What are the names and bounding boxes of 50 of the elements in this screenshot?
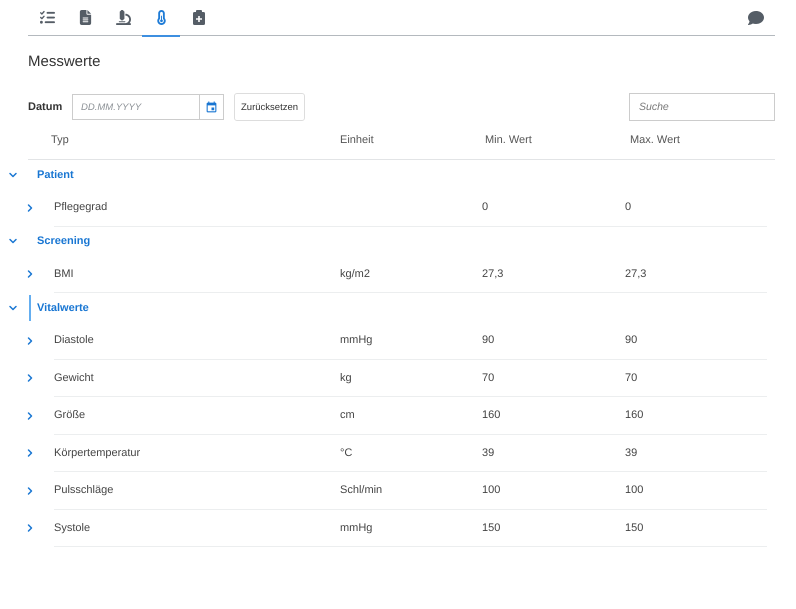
unit-cell-text: mmHg [340, 334, 374, 346]
min-value-cell-text: 100 [482, 484, 502, 496]
max-value-cell-text: 90 [625, 334, 638, 346]
type-cell-text: Größe [54, 409, 86, 422]
type-cell-text: Pulsschläge [54, 484, 114, 496]
min-value-cell-text: 90 [482, 334, 496, 346]
column-header: Einheit [340, 134, 375, 146]
search-field[interactable]: Suche [629, 93, 775, 121]
document-icon [78, 10, 92, 25]
checklist-icon [40, 10, 54, 25]
type-cell-text: Pflegegrad [54, 201, 108, 214]
column-header: Max. Wert [630, 134, 681, 146]
calendar-button[interactable] [199, 94, 224, 120]
min-value-cell-text: 39 [482, 446, 496, 459]
type-cell-text: Gewicht [54, 372, 95, 384]
min-value-cell-text: 27,3 [482, 268, 504, 280]
max-value-cell-text: 100 [625, 484, 644, 496]
calendar-icon [205, 100, 218, 114]
max-value-cell-text: 150 [625, 522, 644, 534]
group-label: Patient [37, 168, 74, 180]
max-value-cell-text: 39 [625, 446, 638, 459]
reset-button[interactable]: Zurücksetzen [234, 93, 306, 121]
column-header: Min. Wert [485, 134, 533, 146]
max-value-cell-text: 160 [625, 409, 644, 422]
unit-cell-text: kg [340, 372, 353, 384]
min-value-cell-text: 70 [482, 372, 496, 384]
group-label: Vitalwerte [37, 302, 89, 314]
date-field[interactable]: DD.MM.YYYY [72, 94, 199, 120]
speech-bubble-icon [748, 10, 764, 26]
unit-cell-text: °C [340, 446, 354, 459]
page-title: Messwerte [28, 52, 101, 72]
unit-cell-text: cm [340, 409, 356, 422]
min-value-cell-text: 150 [482, 522, 502, 534]
unit-cell-text: Schl/min [340, 484, 384, 496]
unit-cell-text: mmHg [340, 522, 374, 534]
type-cell-text: Systole [54, 522, 92, 534]
min-value-cell-text: 0 [482, 201, 490, 214]
type-cell-text: Körpertemperatur [54, 446, 142, 459]
type-cell-text: BMI [54, 268, 75, 280]
microscope-icon [116, 10, 130, 25]
group-label: Screening [37, 235, 90, 247]
date-label: Datum [28, 101, 64, 113]
min-value-cell-text: 160 [482, 409, 502, 422]
unit-cell-text: kg/m2 [340, 268, 371, 280]
clipboard-plus-icon [193, 10, 205, 25]
max-value-cell-text: 0 [625, 201, 632, 214]
column-header: Typ [51, 134, 70, 146]
max-value-cell-text: 27,3 [625, 268, 648, 280]
type-cell-text: Diastole [54, 334, 95, 346]
max-value-cell-text: 70 [625, 372, 638, 384]
